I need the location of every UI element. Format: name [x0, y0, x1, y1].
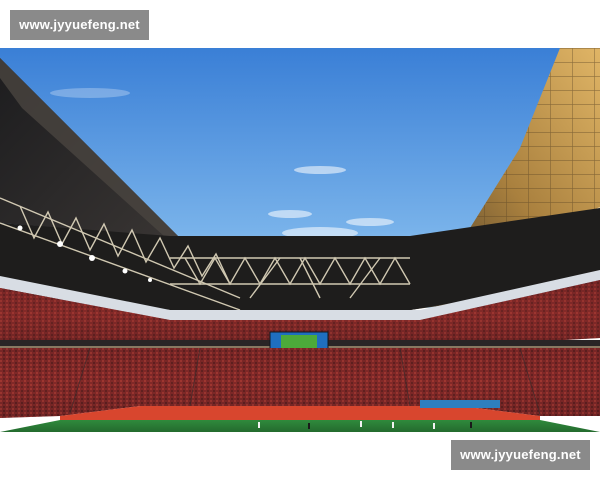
watermark-bottom: www.jyyuefeng.net	[451, 440, 590, 470]
watermark-top: www.jyyuefeng.net	[10, 10, 149, 40]
stadium-illustration	[0, 48, 600, 432]
stadium-photo	[0, 48, 600, 432]
